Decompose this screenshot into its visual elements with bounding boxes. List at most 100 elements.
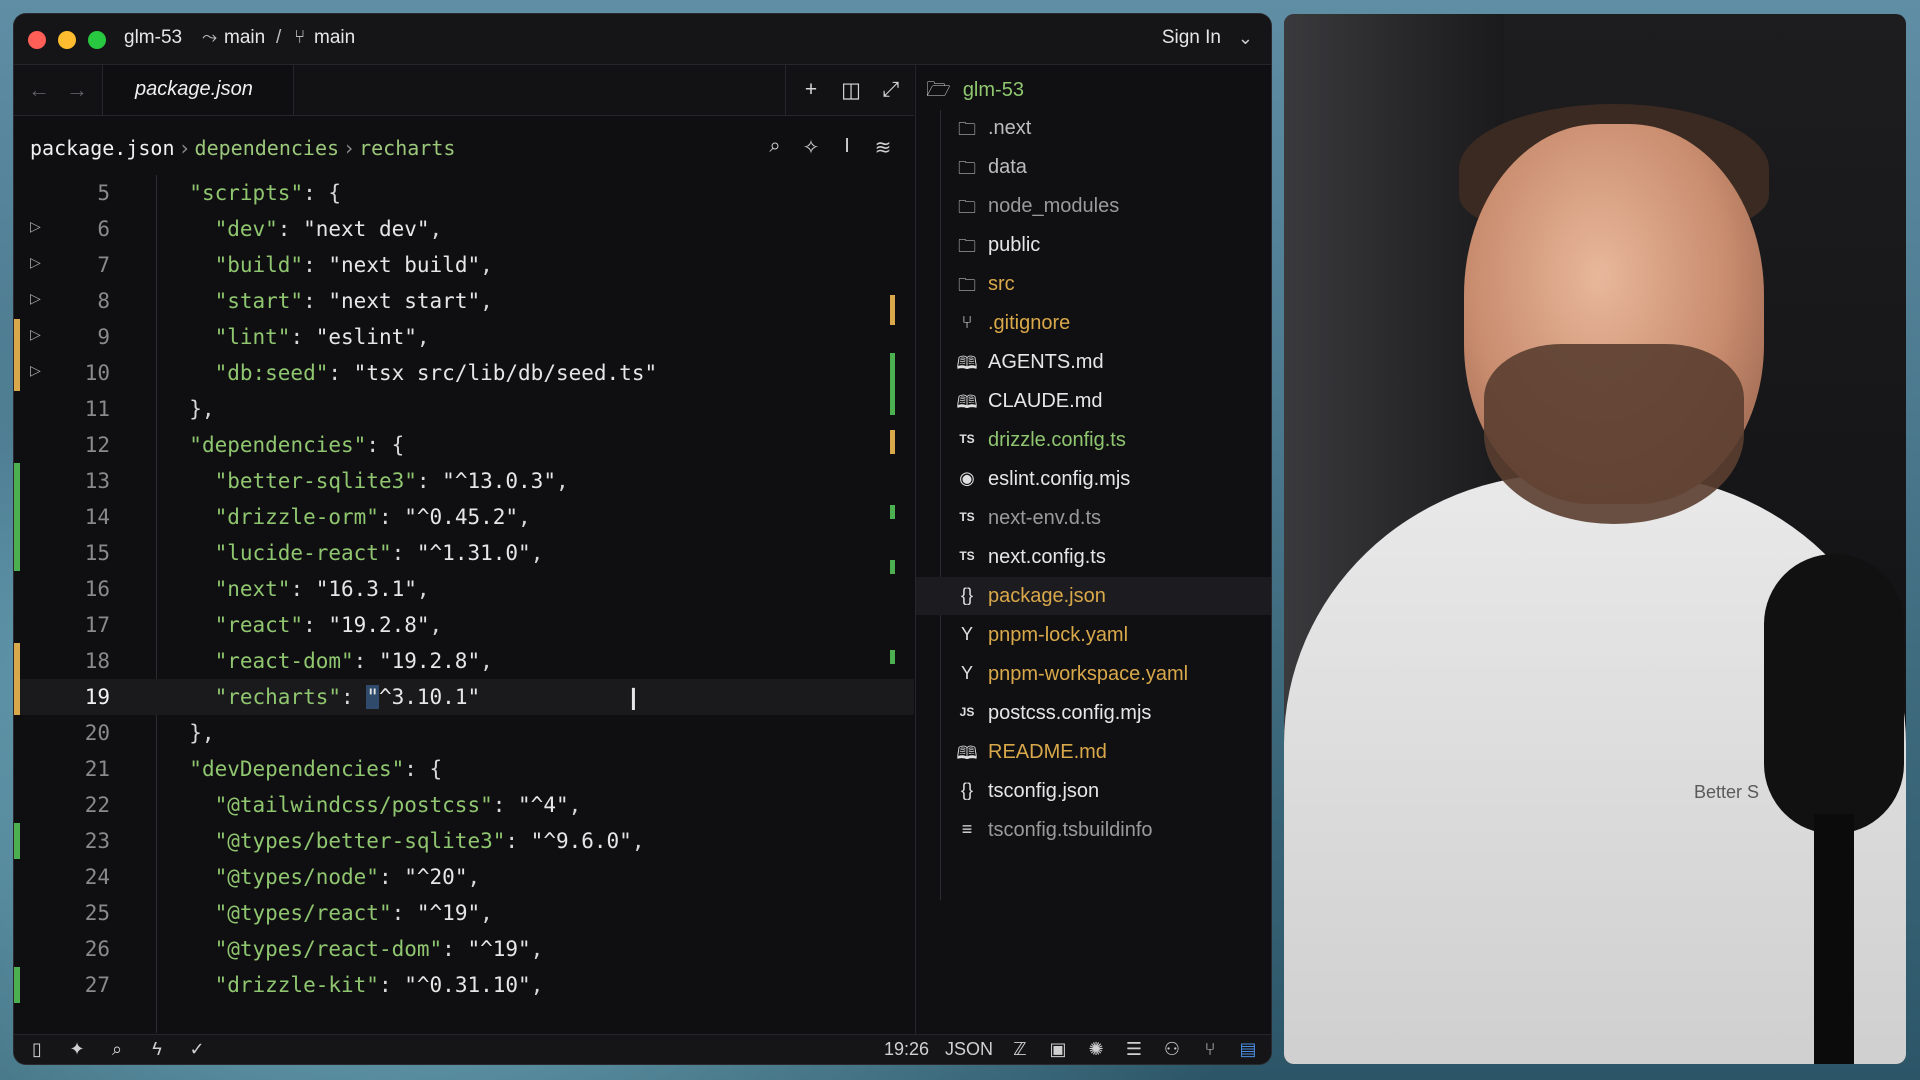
code-text: "react-dom": "19.2.8", [214,649,493,673]
explorer-item[interactable]: 🕮 CLAUDE.md [916,382,1271,420]
fold-arrow-icon[interactable]: ▷ [30,254,41,271]
code-line[interactable]: ▷ 9 "lint": "eslint", [14,319,914,355]
panel-layout-icon[interactable]: ▤ [1237,1039,1259,1060]
fold-arrow-icon[interactable]: ▷ [30,290,41,307]
explorer-item[interactable]: TS drizzle.config.ts [916,421,1271,459]
forward-arrow-icon[interactable]: → [66,77,88,103]
code-line[interactable]: 19 "recharts": "^3.10.1" [14,679,914,715]
code-text: "build": "next build", [214,253,493,277]
git-icon: ⑂ [961,312,973,332]
fold-arrow-icon[interactable]: ▷ [30,326,41,343]
explorer-item[interactable]: 🕮 AGENTS.md [916,343,1271,381]
explorer-item[interactable]: 🗀 src [916,265,1271,303]
code-line[interactable]: ▷ 8 "start": "next start", [14,283,914,319]
fold-arrow-icon[interactable]: ▷ [30,218,41,235]
code-line[interactable]: 24 "@types/node": "^20", [14,859,914,895]
explorer-item-label: .gitignore [988,312,1071,334]
ts-icon: TS [959,432,975,446]
plus-icon[interactable]: + [798,78,824,102]
settings-sliders-icon[interactable]: ≋ [872,135,894,160]
sidebar-toggle-icon[interactable]: ▯ [26,1039,48,1060]
search-icon[interactable]: ⌕ [106,1039,128,1060]
split-pane-icon[interactable]: ◫ [838,78,864,103]
explorer-item[interactable]: JS postcss.config.mjs [916,694,1271,732]
explorer-item[interactable]: 🕮 README.md [916,733,1271,771]
project-name[interactable]: glm-53 [124,27,182,49]
debug-icon[interactable]: ✺ [1085,1039,1107,1060]
lightning-icon[interactable]: ϟ [146,1039,168,1060]
mouse-cursor-icon: I [629,683,638,718]
code-text: "better-sqlite3": "^13.0.3", [214,469,569,493]
minimize-window-button[interactable] [58,31,76,49]
yaml-icon: Y [960,624,973,644]
code-line[interactable]: ▷ 10 "db:seed": "tsx src/lib/db/seed.ts" [14,355,914,391]
explorer-item[interactable]: Ypnpm-lock.yaml [916,616,1271,654]
explorer-item[interactable]: 🗀 public [916,226,1271,264]
language-tool-icon[interactable]: ℤ [1009,1039,1031,1060]
collab-icon[interactable]: ⚇ [1161,1039,1183,1060]
line-number: 20 [84,721,110,745]
fold-arrow-icon[interactable]: ▷ [30,362,41,379]
code-line[interactable]: ▷ 6 "dev": "next dev", [14,211,914,247]
explorer-item[interactable]: {} package.json [916,577,1271,615]
code-line[interactable]: 16 "next": "16.3.1", [14,571,914,607]
terminal-icon[interactable]: ▣ [1047,1039,1069,1060]
code-line[interactable]: 23 "@types/better-sqlite3": "^9.6.0", [14,823,914,859]
code-line[interactable]: 12 "dependencies": { [14,427,914,463]
braces-icon: {} [960,780,974,800]
explorer-item[interactable]: TS next.config.ts [916,538,1271,576]
breadcrumb-recharts[interactable]: recharts [359,136,455,160]
code-line[interactable]: 11 }, [14,391,914,427]
code-line[interactable]: 25 "@types/react": "^19", [14,895,914,931]
branch-name-secondary[interactable]: main [314,27,355,49]
ai-sparkle-icon[interactable]: ✦ [66,1039,88,1060]
sparkle-icon[interactable]: ✧ [800,135,822,160]
code-line[interactable]: 18 "react-dom": "19.2.8", [14,643,914,679]
branch-name[interactable]: main [224,27,265,49]
microphone [1764,554,1904,834]
explorer-item[interactable]: Ypnpm-workspace.yaml [916,655,1271,693]
close-window-button[interactable] [28,31,46,49]
git-change-marker [14,355,20,391]
search-icon[interactable]: ⌕ [764,135,786,160]
explorer-item-label: pnpm-workspace.yaml [988,663,1189,685]
code-line[interactable]: 17 "react": "19.2.8", [14,607,914,643]
zoom-window-button[interactable] [88,31,106,49]
code-line[interactable]: 26 "@types/react-dom": "^19", [14,931,914,967]
code-line[interactable]: 5 "scripts": { [14,175,914,211]
code-editor[interactable]: 5 "scripts": {▷ 6 "dev": "next dev", ▷ 7 "b… [14,175,914,1033]
explorer-item[interactable]: 🗀 node_modules [916,187,1271,225]
explorer-item[interactable]: 🗀 data [916,148,1271,186]
code-line[interactable]: 27 "drizzle-kit": "^0.31.10", [14,967,914,1003]
explorer-item[interactable]: ◉ eslint.config.mjs [916,460,1271,498]
outline-icon[interactable]: ☰ [1123,1039,1145,1060]
language-mode[interactable]: JSON [945,1039,993,1060]
code-line[interactable]: 22 "@tailwindcss/postcss": "^4", [14,787,914,823]
maximize-icon[interactable]: ⤢ [878,78,904,102]
explorer-item[interactable]: {} tsconfig.json [916,772,1271,810]
chevron-down-icon[interactable]: ⌄ [1238,28,1253,49]
explorer-item[interactable]: TS next-env.d.ts [916,499,1271,537]
back-arrow-icon[interactable]: ← [28,77,50,103]
sign-in-button[interactable]: Sign In [1162,27,1221,49]
git-branch-icon[interactable]: ⑂ [1199,1039,1221,1060]
code-line[interactable]: 20 }, [14,715,914,751]
breadcrumb-file[interactable]: package.json [30,136,175,160]
explorer-root[interactable]: 🗁 glm-53 [926,75,1024,109]
code-text: "lucide-react": "^1.31.0", [214,541,544,565]
code-line[interactable]: 15 "lucide-react": "^1.31.0", [14,535,914,571]
explorer-item[interactable]: 🗀 .next [916,109,1271,147]
text-cursor-icon[interactable]: I [836,135,858,160]
check-icon[interactable]: ✓ [186,1039,208,1060]
code-line[interactable]: ▷ 7 "build": "next build", [14,247,914,283]
explorer-item[interactable]: ≡ tsconfig.tsbuildinfo [916,811,1271,849]
code-line[interactable]: 13 "better-sqlite3": "^13.0.3", [14,463,914,499]
code-line[interactable]: 14 "drizzle-orm": "^0.45.2", [14,499,914,535]
explorer-item-label: pnpm-lock.yaml [988,624,1129,646]
breadcrumb-dependencies[interactable]: dependencies [195,136,340,160]
explorer-item[interactable]: ⑂ .gitignore [916,304,1271,342]
webcam-feed: Better S [1284,14,1906,1064]
code-line[interactable]: 21 "devDependencies": { [14,751,914,787]
cursor-position[interactable]: 19:26 [884,1039,929,1060]
tab-package-json[interactable]: package.json [102,65,294,115]
